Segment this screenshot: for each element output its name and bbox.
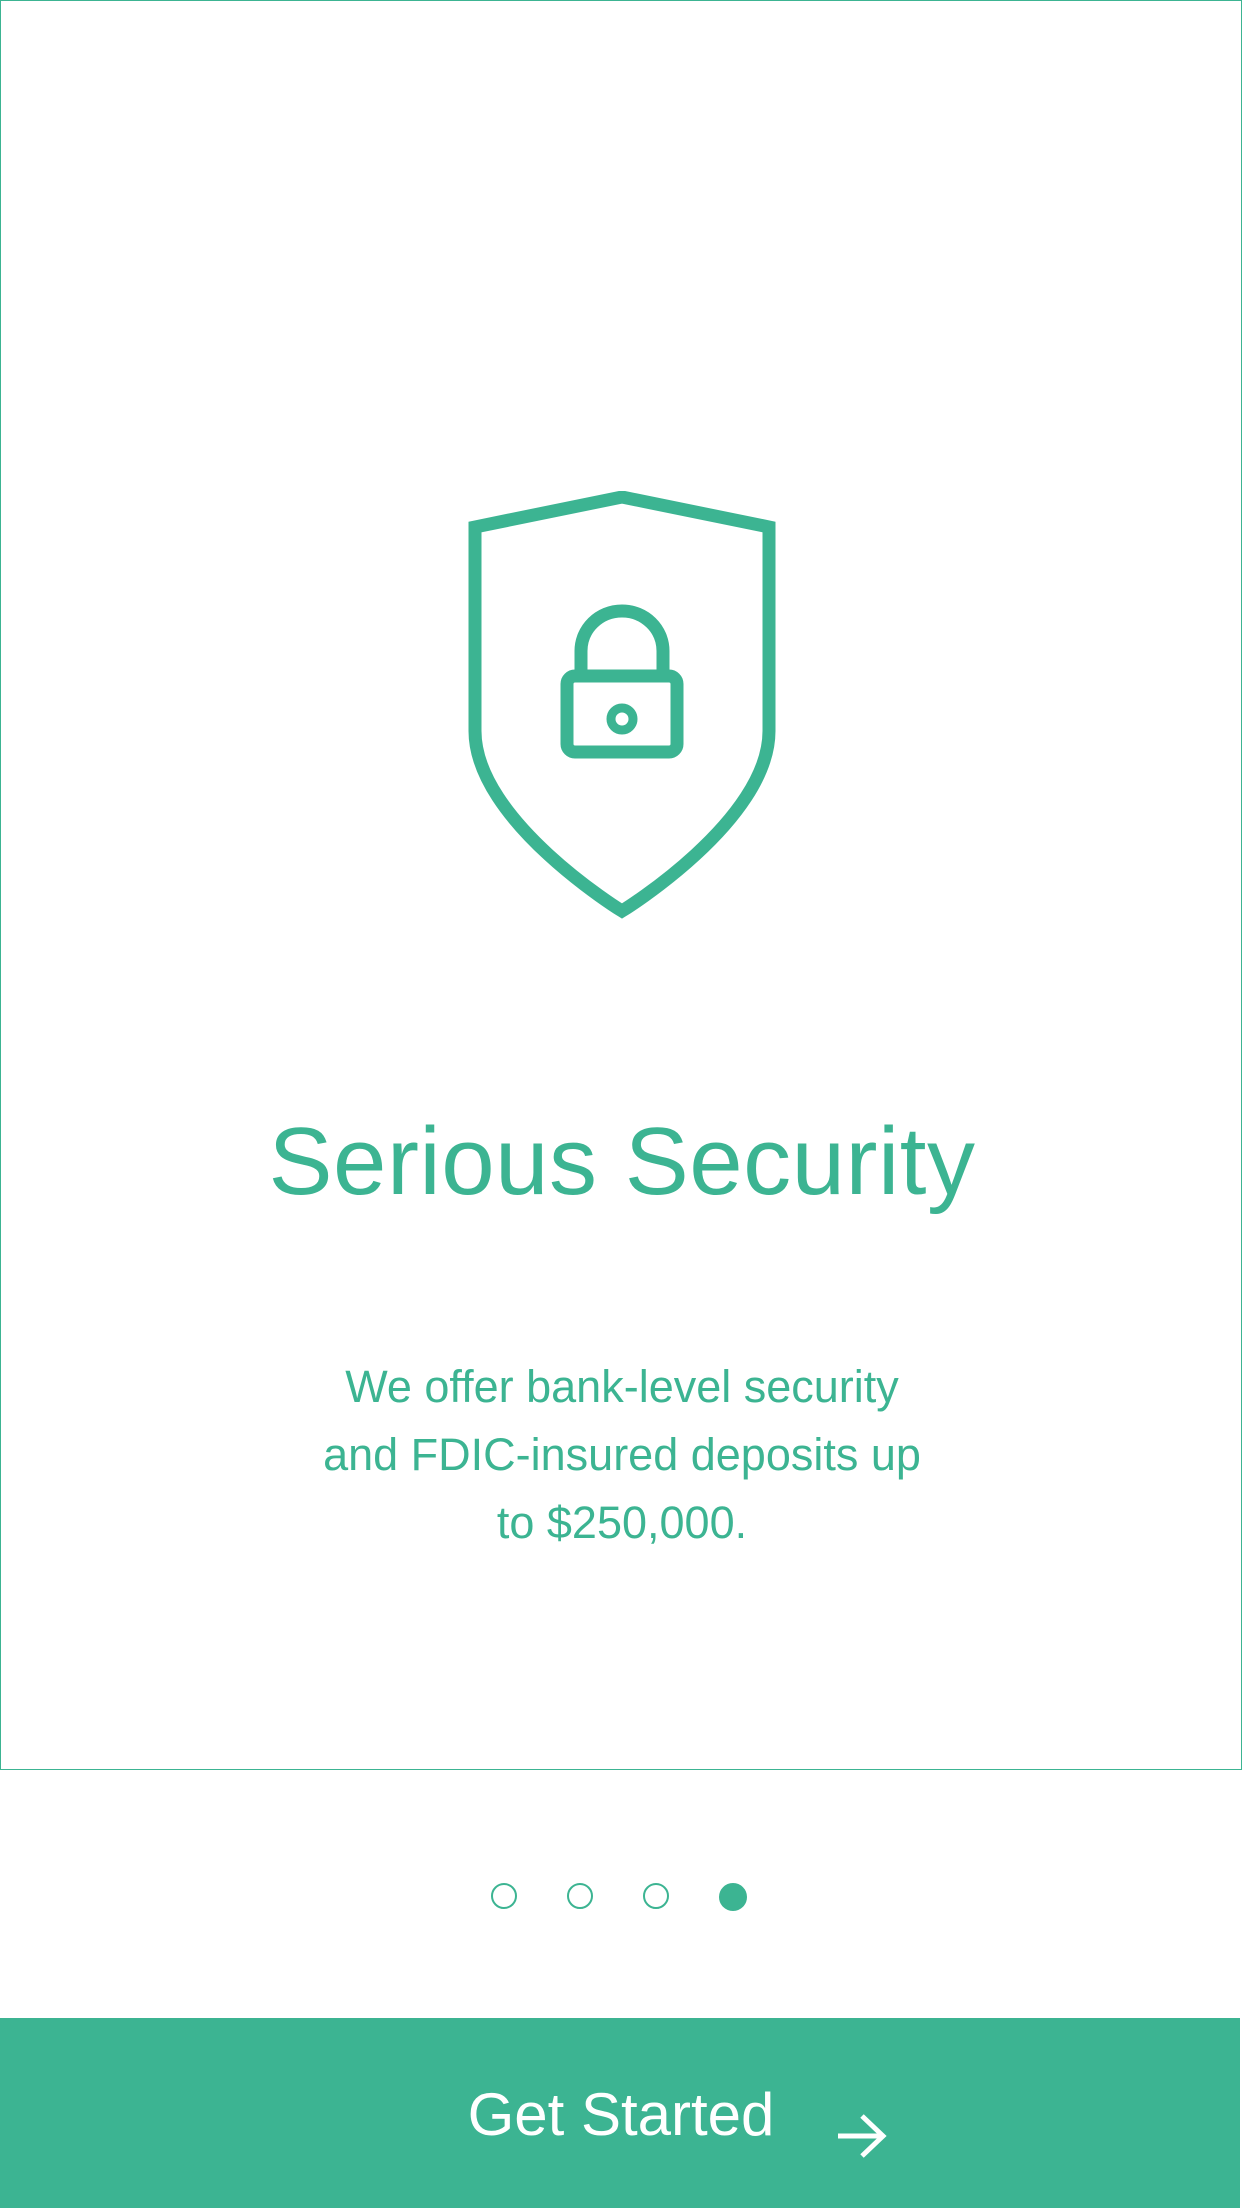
get-started-label: Get Started: [467, 2081, 775, 2148]
page-indicator: [0, 1883, 1242, 1913]
shield-lock-icon: [468, 491, 776, 919]
arrow-right-icon: [838, 2114, 887, 2158]
page-dot-3[interactable]: [643, 1883, 669, 1909]
onboarding-card: Serious Security We offer bank-level sec…: [0, 0, 1242, 1770]
get-started-button[interactable]: Get Started: [0, 2018, 1240, 2208]
page-title: Serious Security: [268, 1108, 976, 1215]
page-dot-2[interactable]: [567, 1883, 593, 1909]
page-dot-4[interactable]: [719, 1883, 747, 1911]
page-dot-1[interactable]: [491, 1883, 517, 1909]
page-description: We offer bank-level security and FDIC-in…: [323, 1361, 921, 1548]
